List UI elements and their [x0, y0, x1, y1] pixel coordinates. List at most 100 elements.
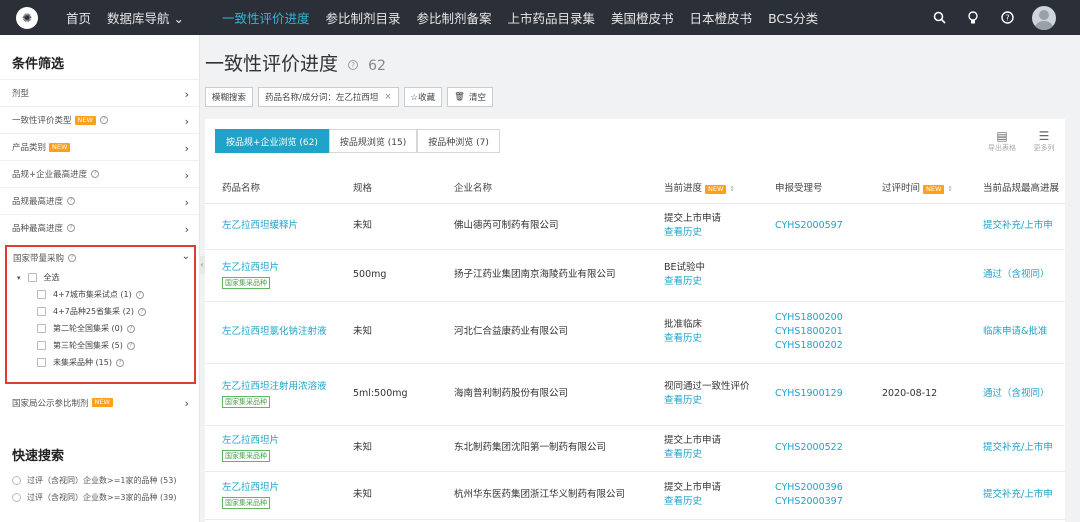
help-icon[interactable]: ? [998, 9, 1016, 27]
approval-date-cell [865, 203, 966, 250]
highest-progress-link[interactable]: 临床申请&批准 [983, 326, 1047, 337]
help-icon[interactable]: ? [135, 290, 144, 299]
help-icon[interactable]: ? [348, 59, 359, 70]
drug-name-link[interactable]: 左乙拉西坦注射用浓溶液 [222, 381, 327, 392]
checkbox[interactable] [27, 273, 37, 282]
sidebar-item-reference[interactable]: 国家局公示参比制剂 NEW › [0, 389, 199, 416]
purchase-tree-item[interactable]: 第三轮全国集采 (5)? [13, 337, 194, 354]
close-icon[interactable]: × [384, 92, 391, 102]
export-table-button[interactable]: ▤ 导出表格 [983, 129, 1021, 153]
nav-item[interactable]: 参比制剂目录 [325, 8, 400, 27]
help-icon[interactable]: ? [91, 170, 100, 178]
search-icon[interactable] [930, 9, 948, 27]
checkbox[interactable] [37, 307, 46, 316]
nav-item[interactable]: 参比制剂备案 [417, 8, 492, 27]
help-icon[interactable]: ? [115, 358, 124, 367]
more-columns-button[interactable]: ☰ 更多列 [1025, 129, 1063, 153]
sidebar-filter-row[interactable]: 一致性评价类型 NEW? › [0, 106, 199, 133]
view-tab[interactable]: 按品规+企业浏览 (62) [215, 129, 329, 153]
nav-item[interactable]: 上市药品目录集 [508, 8, 596, 27]
help-icon[interactable]: ? [126, 341, 135, 350]
sidebar-filter-row[interactable]: 品种最高进度? › [0, 214, 199, 241]
view-history-link[interactable]: 查看历史 [664, 276, 702, 287]
highest-progress-link[interactable]: 通过（含视同） [983, 269, 1050, 280]
table-row[interactable]: 左乙拉西坦片 国家集采品种 未知 杭州华东医药集团浙江华义制药有限公司 提交上市申请 查看… [205, 471, 1065, 520]
acceptance-number-link[interactable]: CYHS1800202 [775, 340, 843, 351]
user-avatar[interactable] [1032, 5, 1056, 30]
highest-progress-link[interactable]: 提交补充/上市申 [983, 442, 1053, 453]
checkbox[interactable] [37, 324, 46, 333]
chevron-right-icon: › [184, 196, 189, 209]
caret-down-icon[interactable]: ▾ [17, 274, 21, 282]
help-icon[interactable]: ? [99, 116, 108, 124]
acceptance-number-link[interactable]: CYHS2000522 [775, 442, 843, 453]
nav-item[interactable]: 一致性评价进度 [222, 8, 310, 27]
nav-item[interactable]: 日本橙皮书 [690, 8, 753, 27]
help-icon[interactable]: ? [137, 307, 146, 316]
column-header: 过评时间 NEW ⇕ [865, 171, 966, 204]
view-history-link[interactable]: 查看历史 [664, 449, 702, 460]
purchase-tree-item[interactable]: 4+7品种25省集采 (2)? [13, 303, 194, 320]
drug-name-link[interactable]: 左乙拉西坦片 [222, 262, 279, 273]
radio-button[interactable] [12, 493, 21, 502]
view-history-link[interactable]: 查看历史 [664, 395, 702, 406]
acceptance-number-link[interactable]: CYHS1900129 [775, 388, 843, 399]
acceptance-number-link[interactable]: CYHS2000396 [775, 482, 843, 493]
table-row[interactable]: 左乙拉西坦氯化钠注射液 未知 河北仁合益康药业有限公司 批准临床 查看历史 CYHS180… [205, 301, 1065, 364]
sidebar-filter-row[interactable]: 品规最高进度? › [0, 187, 199, 214]
chevron-down-icon[interactable]: ⌄ [182, 251, 190, 262]
table-row[interactable]: 左乙拉西坦缓释片 未知 佛山德芮可制药有限公司 提交上市申请 查看历史 CYHS20005… [205, 203, 1065, 250]
quick-search-option[interactable]: 过评（含视同）企业数>=3家的品种 (39) [12, 492, 176, 503]
nav-item[interactable]: BCS分类 [768, 8, 818, 27]
fuzzy-search-button[interactable]: 模糊搜索 [205, 87, 254, 107]
view-tab[interactable]: 按品规浏览 (15) [328, 129, 418, 153]
checkbox[interactable] [37, 341, 46, 350]
help-icon[interactable]: ? [126, 324, 135, 333]
table-row[interactable]: 左乙拉西坦注射用浓溶液 国家集采品种 5ml:500mg 海南普利制药股份有限公司 视同… [205, 363, 1065, 426]
nav-item[interactable]: 数据库导航 ⌄ [107, 8, 184, 27]
sidebar-item-label: 品规最高进度 [12, 197, 64, 207]
sidebar-filter-row[interactable]: 产品类别 NEW › [0, 133, 199, 160]
purchase-tree-item[interactable]: 4+7城市集采试点 (1)? [13, 286, 194, 303]
help-icon[interactable]: ? [67, 224, 76, 232]
clear-button[interactable]: 🗑 清空 [447, 87, 493, 107]
purchase-filter-header[interactable]: 国家带量采购 ? ⌄ [7, 247, 194, 269]
highest-progress-link[interactable]: 提交补充/上市申 [983, 489, 1053, 500]
sort-icon[interactable]: ⇕ [729, 185, 735, 193]
sort-icon[interactable]: ⇕ [947, 185, 953, 193]
drug-name-link[interactable]: 左乙拉西坦片 [222, 435, 279, 446]
help-icon[interactable]: ? [67, 197, 76, 205]
nav-item[interactable]: 美国橙皮书 [611, 8, 674, 27]
favorite-button[interactable]: ☆收藏 [403, 87, 443, 107]
view-history-link[interactable]: 查看历史 [664, 227, 702, 238]
table-row[interactable]: 左乙拉西坦片 国家集采品种 未知 东北制药集团沈阳第一制药有限公司 提交上市申请 查看历史… [205, 425, 1065, 472]
sidebar-filter-row[interactable]: 品规+企业最高进度? › [0, 160, 199, 187]
view-history-link[interactable]: 查看历史 [664, 333, 702, 344]
highest-progress-link[interactable]: 通过（含视同） [983, 388, 1050, 399]
help-icon[interactable]: ? [68, 254, 77, 262]
bulb-icon[interactable] [964, 9, 982, 27]
quick-search-option[interactable]: 过评（含视同）企业数>=1家的品种 (53) [12, 475, 176, 486]
acceptance-number-link[interactable]: CYHS1800200 [775, 312, 843, 323]
view-tab[interactable]: 按品种浏览 (7) [417, 129, 500, 153]
acceptance-number-link[interactable]: CYHS1800201 [775, 326, 843, 337]
nav-item[interactable]: 首页 [66, 8, 91, 27]
acceptance-number-link[interactable]: CYHS2000397 [775, 496, 843, 507]
checkbox[interactable] [37, 290, 46, 299]
highest-progress-link[interactable]: 提交补充/上市申 [983, 220, 1053, 231]
logo-icon[interactable]: ✺ [16, 6, 38, 29]
radio-button[interactable] [12, 476, 21, 485]
acceptance-number-link[interactable]: CYHS2000597 [775, 220, 843, 231]
checkbox[interactable] [37, 358, 46, 367]
table-row[interactable]: 左乙拉西坦片 国家集采品种 500mg 扬子江药业集团南京海陵药业有限公司 BE试验中查… [205, 249, 1065, 302]
purchase-tree-item[interactable]: ▾ 全选 [13, 269, 194, 286]
procurement-tag: 国家集采品种 [222, 449, 270, 462]
purchase-tree-item[interactable]: 第二轮全国集采 (0)? [13, 320, 194, 337]
purchase-tree-item[interactable]: 未集采品种 (15)? [13, 354, 194, 371]
view-history-link[interactable]: 查看历史 [664, 496, 702, 507]
filter-chip[interactable]: 药品名称/成分词：左乙拉西坦 × [258, 87, 399, 107]
drug-name-link[interactable]: 左乙拉西坦氯化钠注射液 [222, 326, 327, 337]
drug-name-link[interactable]: 左乙拉西坦缓释片 [222, 220, 298, 231]
sidebar-filter-row[interactable]: 剂型 › [0, 79, 199, 106]
drug-name-link[interactable]: 左乙拉西坦片 [222, 482, 279, 493]
